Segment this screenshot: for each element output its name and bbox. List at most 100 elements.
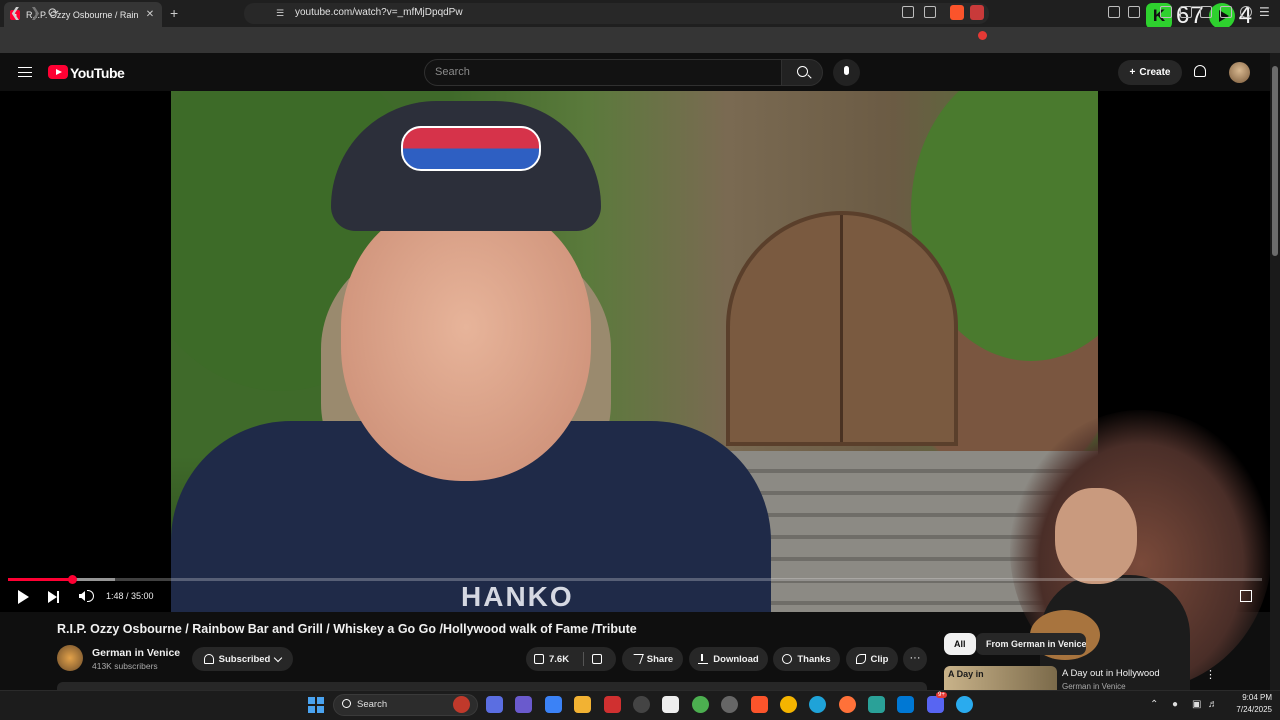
like-divider bbox=[583, 652, 584, 666]
file-explorer-icon[interactable] bbox=[574, 696, 591, 713]
extensions-icon[interactable] bbox=[1108, 6, 1120, 18]
guide-menu-icon[interactable] bbox=[18, 67, 32, 77]
app-pinned-8-icon[interactable] bbox=[868, 696, 885, 713]
create-button[interactable]: + Create bbox=[1118, 60, 1182, 85]
vscode-icon[interactable] bbox=[897, 696, 914, 713]
pip-person-head bbox=[1055, 488, 1137, 584]
video-frame[interactable]: HANKO bbox=[171, 91, 1098, 612]
time-display: 1:48 / 35:00 bbox=[106, 591, 154, 601]
back-icon[interactable]: ❮ bbox=[10, 5, 21, 21]
search-button[interactable] bbox=[781, 59, 823, 86]
chip-all[interactable]: All bbox=[944, 633, 976, 655]
firefox-icon[interactable] bbox=[839, 696, 856, 713]
windows-start-icon[interactable] bbox=[308, 697, 324, 713]
browser-menu-icon[interactable]: ☰ bbox=[1259, 5, 1270, 19]
chevron-down-icon bbox=[274, 653, 283, 662]
browser-tab-active[interactable]: R.I.P. Ozzy Osbourne / Rainbow ✕ bbox=[4, 2, 162, 27]
app-pinned-7-icon[interactable] bbox=[721, 696, 738, 713]
brave-browser-icon[interactable] bbox=[751, 696, 768, 713]
channel-name[interactable]: German in Venice bbox=[92, 647, 180, 659]
share-label: Share bbox=[646, 653, 674, 665]
brave-shields-icon[interactable] bbox=[950, 5, 964, 20]
play-icon[interactable] bbox=[18, 590, 29, 604]
brave-rewards-icon[interactable] bbox=[970, 5, 984, 20]
media-icon[interactable] bbox=[1160, 6, 1172, 18]
leo-ai-icon[interactable] bbox=[1220, 6, 1232, 18]
subscriber-count: 413K subscribers bbox=[92, 661, 158, 671]
share-page-icon[interactable] bbox=[924, 6, 936, 18]
subscribed-button[interactable]: Subscribed bbox=[192, 647, 293, 671]
share-button[interactable]: Share bbox=[622, 647, 683, 671]
shirt-print-text: HANKO bbox=[461, 581, 574, 612]
fullscreen-icon[interactable] bbox=[1240, 590, 1252, 602]
download-label: Download bbox=[713, 653, 759, 665]
scrollbar-thumb[interactable] bbox=[1272, 66, 1278, 256]
wallet-card-icon[interactable] bbox=[1200, 6, 1212, 18]
like-dislike-group: 7.6K bbox=[526, 647, 616, 671]
more-actions-button[interactable]: ··· bbox=[903, 647, 927, 671]
task-view-icon[interactable] bbox=[486, 696, 503, 713]
url-text[interactable]: youtube.com/watch?v=_mfMjDpqdPw bbox=[295, 7, 463, 18]
like-icon[interactable] bbox=[534, 654, 544, 664]
chrome-icon[interactable] bbox=[780, 696, 797, 713]
app-pinned-5-icon[interactable] bbox=[662, 696, 679, 713]
taskbar-search-label: Search bbox=[357, 699, 388, 710]
app-pinned-1-icon[interactable] bbox=[515, 696, 532, 713]
rewards-badge bbox=[978, 31, 987, 40]
tab-close-icon[interactable]: ✕ bbox=[144, 9, 156, 20]
telegram-icon[interactable] bbox=[956, 696, 973, 713]
related-thumb-text: A Day in bbox=[948, 669, 984, 679]
taskbar-clock-time[interactable]: 9:04 PM bbox=[1236, 693, 1272, 702]
forward-icon[interactable]: ❯ bbox=[30, 5, 41, 21]
network-tray-icon[interactable]: ▣ bbox=[1192, 699, 1201, 710]
vpn-icon[interactable] bbox=[1240, 6, 1252, 18]
new-tab-button[interactable]: + bbox=[170, 5, 178, 21]
discord-notification-badge: 9+ bbox=[936, 692, 947, 698]
progress-bar[interactable] bbox=[8, 578, 1262, 581]
taskbar-clock-date[interactable]: 7/24/2025 bbox=[1226, 705, 1272, 714]
thanks-label: Thanks bbox=[797, 653, 831, 665]
app-pinned-2-icon[interactable] bbox=[545, 696, 562, 713]
tray-overflow-icon[interactable]: ⌃ bbox=[1150, 699, 1158, 710]
account-avatar[interactable] bbox=[1229, 62, 1250, 83]
clip-label: Clip bbox=[870, 653, 889, 665]
edge-icon[interactable] bbox=[809, 696, 826, 713]
related-video-menu-icon[interactable]: ⋮ bbox=[1205, 668, 1216, 681]
channel-avatar[interactable] bbox=[57, 645, 83, 671]
youtube-wordmark[interactable]: YouTube bbox=[70, 65, 125, 81]
site-info-icon[interactable]: ☰ bbox=[276, 8, 284, 19]
app-pinned-3-icon[interactable] bbox=[604, 696, 621, 713]
related-video-title[interactable]: A Day out in Hollywood bbox=[1062, 668, 1160, 679]
microphone-tray-icon[interactable]: ● bbox=[1172, 699, 1178, 710]
next-video-icon[interactable] bbox=[48, 591, 59, 603]
chip-from-channel[interactable]: From German in Venice bbox=[976, 633, 1086, 655]
thanks-button[interactable]: Thanks bbox=[773, 647, 840, 671]
like-count[interactable]: 7.6K bbox=[549, 654, 569, 665]
search-input[interactable] bbox=[435, 61, 765, 83]
sidebar-icon[interactable] bbox=[1180, 6, 1192, 18]
download-icon bbox=[698, 654, 709, 664]
progress-played bbox=[8, 578, 73, 581]
tab-title: R.I.P. Ozzy Osbourne / Rainbow bbox=[26, 9, 138, 20]
clip-icon bbox=[855, 654, 866, 664]
clip-button[interactable]: Clip bbox=[846, 647, 898, 671]
wallet-icon[interactable] bbox=[1128, 6, 1140, 18]
dislike-icon[interactable] bbox=[592, 654, 602, 664]
discord-icon[interactable] bbox=[927, 696, 944, 713]
youtube-logo-icon[interactable] bbox=[48, 65, 68, 79]
notifications-bell-icon[interactable] bbox=[1194, 65, 1206, 77]
download-button[interactable]: Download bbox=[689, 647, 768, 671]
cap-logo bbox=[401, 126, 541, 171]
cast-icon[interactable] bbox=[902, 6, 914, 18]
screen: R.I.P. Ozzy Osbourne / Rainbow ✕ + K 67 … bbox=[0, 0, 1280, 720]
description-box[interactable] bbox=[57, 682, 927, 690]
volume-tray-icon[interactable]: ♬ bbox=[1208, 699, 1218, 710]
search-highlight-icon[interactable] bbox=[453, 696, 470, 713]
reload-icon[interactable]: ⟳ bbox=[48, 5, 59, 21]
voice-search-mic-icon[interactable] bbox=[833, 59, 860, 86]
video-title: R.I.P. Ozzy Osbourne / Rainbow Bar and G… bbox=[57, 622, 637, 636]
thanks-icon bbox=[782, 654, 793, 664]
app-pinned-4-icon[interactable] bbox=[633, 696, 650, 713]
taskbar-search-icon bbox=[342, 699, 351, 708]
app-pinned-6-icon[interactable] bbox=[692, 696, 709, 713]
